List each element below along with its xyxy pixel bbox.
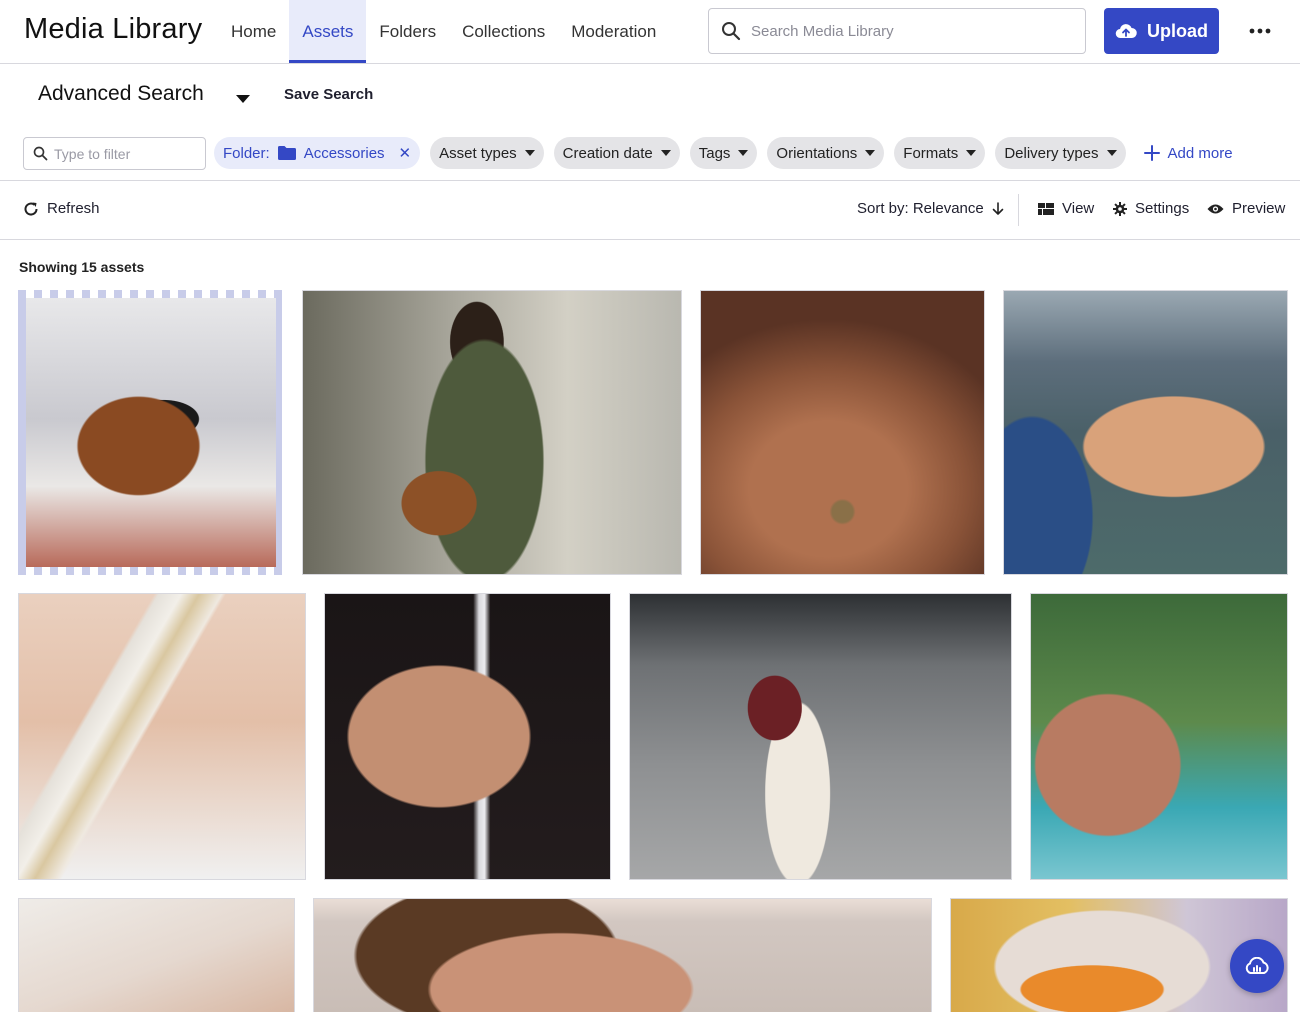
ellipsis-icon bbox=[1249, 28, 1271, 34]
asset-thumbnail[interactable] bbox=[18, 593, 306, 880]
refresh-label: Refresh bbox=[47, 200, 100, 217]
asset-thumbnail[interactable] bbox=[18, 898, 295, 1012]
close-icon[interactable]: ✕ bbox=[399, 144, 412, 162]
asset-thumbnail[interactable] bbox=[1030, 593, 1288, 880]
asset-image bbox=[325, 594, 610, 879]
nav-assets[interactable]: Assets bbox=[289, 0, 367, 63]
add-more-filters-button[interactable]: Add more bbox=[1143, 144, 1233, 162]
caret-down-icon bbox=[1106, 150, 1117, 156]
main-nav: Home Assets Folders Collections Moderati… bbox=[218, 0, 669, 63]
asset-image bbox=[1004, 291, 1287, 574]
folder-icon bbox=[277, 146, 296, 160]
grid-view-icon bbox=[1038, 202, 1054, 215]
asset-image bbox=[303, 291, 681, 574]
formats-chip[interactable]: Formats bbox=[894, 137, 986, 169]
arrow-down-icon bbox=[992, 201, 1004, 215]
asset-image bbox=[19, 594, 305, 879]
cloud-icon bbox=[1245, 957, 1269, 974]
chip-label: Creation date bbox=[562, 144, 653, 162]
nav-folders[interactable]: Folders bbox=[366, 0, 449, 63]
asset-image bbox=[630, 594, 1011, 879]
nav-moderation[interactable]: Moderation bbox=[558, 0, 669, 63]
view-button[interactable]: View bbox=[1038, 200, 1094, 217]
preview-label: Preview bbox=[1232, 200, 1286, 217]
asset-image bbox=[1031, 594, 1287, 879]
chip-label: Orientations bbox=[776, 144, 858, 162]
view-label: View bbox=[1062, 200, 1095, 217]
plus-icon bbox=[1143, 145, 1160, 161]
upload-button[interactable]: Upload bbox=[1104, 8, 1219, 54]
nav-home[interactable]: Home bbox=[218, 0, 289, 63]
save-search-button[interactable]: Save Search bbox=[284, 86, 373, 103]
filter-field bbox=[23, 137, 206, 170]
asset-image bbox=[26, 298, 276, 567]
upload-label: Upload bbox=[1147, 20, 1208, 41]
filter-input[interactable] bbox=[54, 145, 204, 162]
refresh-icon bbox=[24, 202, 38, 216]
asset-image bbox=[19, 899, 294, 1012]
nav-collections[interactable]: Collections bbox=[449, 0, 558, 63]
results-count: Showing 15 assets bbox=[19, 259, 145, 275]
tags-chip[interactable]: Tags bbox=[689, 137, 758, 169]
eye-icon bbox=[1207, 204, 1224, 213]
preview-button[interactable]: Preview bbox=[1207, 200, 1285, 217]
asset-thumbnail[interactable] bbox=[700, 290, 985, 575]
search-icon bbox=[722, 22, 741, 41]
sort-label: Sort by: Relevance bbox=[857, 200, 984, 217]
asset-thumbnail[interactable] bbox=[629, 593, 1012, 880]
orientations-chip[interactable]: Orientations bbox=[767, 137, 885, 169]
gear-icon bbox=[1113, 201, 1127, 216]
upload-widget-button[interactable] bbox=[1230, 939, 1284, 993]
caret-down-icon bbox=[865, 150, 876, 156]
chip-label: Tags bbox=[698, 144, 731, 162]
asset-thumbnail[interactable] bbox=[302, 290, 682, 575]
chip-label: Delivery types bbox=[1004, 144, 1099, 162]
asset-image bbox=[701, 291, 984, 574]
chip-label: Formats bbox=[903, 144, 959, 162]
asset-thumbnail[interactable] bbox=[313, 898, 932, 1012]
search-icon bbox=[33, 146, 48, 161]
settings-label: Settings bbox=[1135, 200, 1190, 217]
asset-thumbnail[interactable] bbox=[18, 290, 284, 575]
refresh-button[interactable]: Refresh bbox=[23, 200, 100, 217]
folder-name: Accessories bbox=[303, 144, 385, 162]
caret-down-icon bbox=[738, 150, 749, 156]
caret-down-icon bbox=[966, 150, 977, 156]
creation-date-chip[interactable]: Creation date bbox=[553, 137, 680, 169]
cloud-upload-icon bbox=[1115, 24, 1137, 39]
more-options-button[interactable] bbox=[1244, 18, 1276, 44]
divider bbox=[0, 239, 1300, 240]
search-input[interactable] bbox=[751, 22, 1071, 40]
asset-image bbox=[314, 899, 931, 1012]
settings-button[interactable]: Settings bbox=[1113, 200, 1189, 217]
asset-types-chip[interactable]: Asset types bbox=[430, 137, 544, 169]
divider bbox=[0, 180, 1300, 181]
asset-thumbnail[interactable] bbox=[324, 593, 611, 880]
sort-dropdown[interactable]: Sort by: Relevance bbox=[857, 200, 1004, 217]
app-title: Media Library bbox=[24, 13, 203, 45]
folder-prefix: Folder: bbox=[223, 144, 270, 162]
chevron-down-icon[interactable] bbox=[236, 91, 250, 109]
global-search bbox=[708, 8, 1086, 54]
filter-chips: Folder: Accessories ✕ Asset types Creati… bbox=[214, 137, 1233, 169]
caret-down-icon bbox=[660, 150, 671, 156]
top-bar: Media Library Home Assets Folders Collec… bbox=[0, 0, 1300, 64]
caret-down-icon bbox=[524, 150, 535, 156]
advanced-search-title: Advanced Search bbox=[38, 82, 204, 105]
folder-filter-chip[interactable]: Folder: Accessories ✕ bbox=[214, 137, 421, 169]
delivery-types-chip[interactable]: Delivery types bbox=[995, 137, 1126, 169]
asset-thumbnail[interactable] bbox=[1003, 290, 1288, 575]
add-more-label: Add more bbox=[1167, 144, 1233, 162]
toolbar-separator bbox=[1018, 194, 1019, 226]
chip-label: Asset types bbox=[439, 144, 517, 162]
